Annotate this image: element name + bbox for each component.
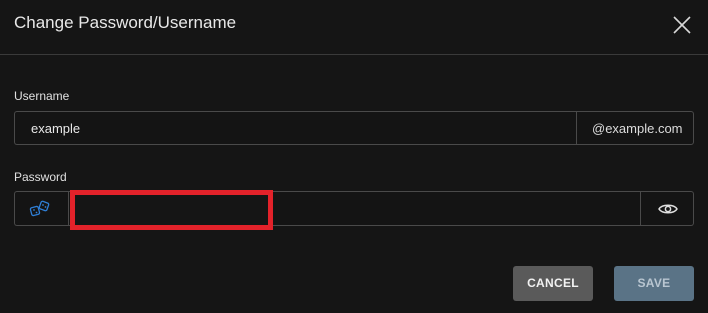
dialog-title: Change Password/Username bbox=[14, 13, 237, 32]
redaction-box bbox=[70, 190, 273, 230]
username-label: Username bbox=[14, 89, 70, 103]
close-icon[interactable] bbox=[671, 14, 693, 36]
domain-suffix-text: @example.com bbox=[592, 121, 683, 136]
toggle-password-visibility-button[interactable] bbox=[641, 191, 694, 226]
dice-icon bbox=[29, 200, 50, 217]
username-domain-suffix: @example.com bbox=[576, 111, 694, 145]
password-label: Password bbox=[14, 170, 67, 184]
save-button[interactable]: SAVE bbox=[614, 266, 694, 301]
generate-password-button[interactable] bbox=[14, 191, 68, 226]
username-input[interactable]: example bbox=[14, 111, 576, 145]
change-credentials-dialog: Change Password/Username Username exampl… bbox=[0, 0, 708, 313]
username-value: example bbox=[31, 121, 81, 136]
cancel-button[interactable]: CANCEL bbox=[513, 266, 593, 301]
dialog-header: Change Password/Username bbox=[0, 0, 708, 55]
eye-icon bbox=[658, 204, 678, 214]
